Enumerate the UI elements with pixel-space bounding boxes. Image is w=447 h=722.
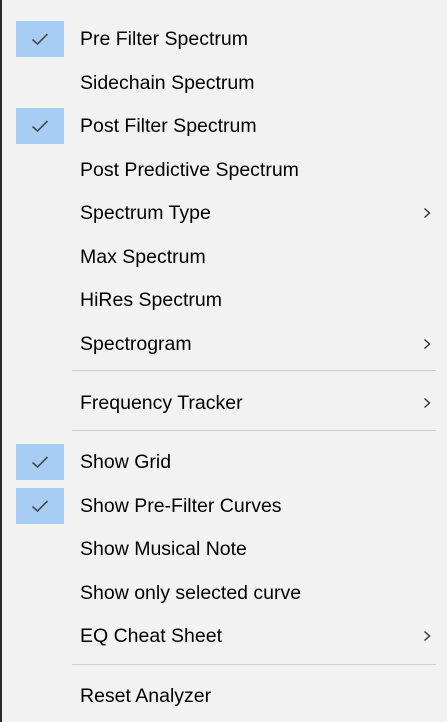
menu-item-label: EQ Cheat Sheet [80, 625, 223, 647]
check-icon [16, 108, 64, 144]
menu-item-show-grid[interactable]: Show Grid [4, 440, 447, 484]
menu-separator [72, 430, 436, 431]
menu-item-label: Spectrogram [80, 333, 192, 355]
chevron-right-icon [424, 338, 431, 350]
menu-item-label: Frequency Tracker [80, 392, 243, 414]
menu-item-label: Sidechain Spectrum [80, 72, 255, 94]
menu-item-hires-spectrum[interactable]: HiRes Spectrum [4, 278, 447, 322]
menu-item-sidechain-spectrum[interactable]: Sidechain Spectrum [4, 61, 447, 105]
menu-item-label: Pre Filter Spectrum [80, 28, 248, 50]
chevron-right-icon [424, 397, 431, 409]
check-icon [16, 444, 64, 480]
menu-item-label: HiRes Spectrum [80, 289, 222, 311]
menu-separator [72, 370, 436, 371]
context-menu: Pre Filter Spectrum Sidechain Spectrum P… [4, 0, 447, 722]
menu-separator [72, 664, 436, 665]
menu-item-label: Post Predictive Spectrum [80, 159, 299, 181]
menu-item-label: Show Musical Note [80, 538, 247, 560]
menu-item-eq-cheat-sheet[interactable]: EQ Cheat Sheet [4, 614, 447, 658]
chevron-right-icon [424, 207, 431, 219]
menu-item-post-filter-spectrum[interactable]: Post Filter Spectrum [4, 104, 447, 148]
menu-item-show-pre-filter-curves[interactable]: Show Pre-Filter Curves [4, 484, 447, 528]
menu-item-pre-filter-spectrum[interactable]: Pre Filter Spectrum [4, 17, 447, 61]
menu-item-max-spectrum[interactable]: Max Spectrum [4, 235, 447, 279]
menu-item-label: Spectrum Type [80, 202, 211, 224]
menu-item-label: Max Spectrum [80, 246, 206, 268]
menu-item-label: Show Pre-Filter Curves [80, 495, 282, 517]
check-icon [16, 488, 64, 524]
menu-item-reset-analyzer[interactable]: Reset Analyzer [4, 674, 447, 718]
menu-item-label: Show only selected curve [80, 582, 302, 604]
menu-item-label: Post Filter Spectrum [80, 115, 257, 137]
menu-item-label: Reset Analyzer [80, 685, 212, 707]
menu-item-spectrum-type[interactable]: Spectrum Type [4, 191, 447, 235]
menu-item-spectrogram[interactable]: Spectrogram [4, 322, 447, 366]
menu-item-post-predictive-spectrum[interactable]: Post Predictive Spectrum [4, 148, 447, 192]
menu-item-frequency-tracker[interactable]: Frequency Tracker [4, 381, 447, 425]
window-left-edge [0, 0, 2, 722]
chevron-right-icon [424, 630, 431, 642]
menu-item-label: Show Grid [80, 451, 172, 473]
menu-item-show-only-selected-curve[interactable]: Show only selected curve [4, 571, 447, 615]
menu-item-show-musical-note[interactable]: Show Musical Note [4, 527, 447, 571]
check-icon [16, 21, 64, 57]
